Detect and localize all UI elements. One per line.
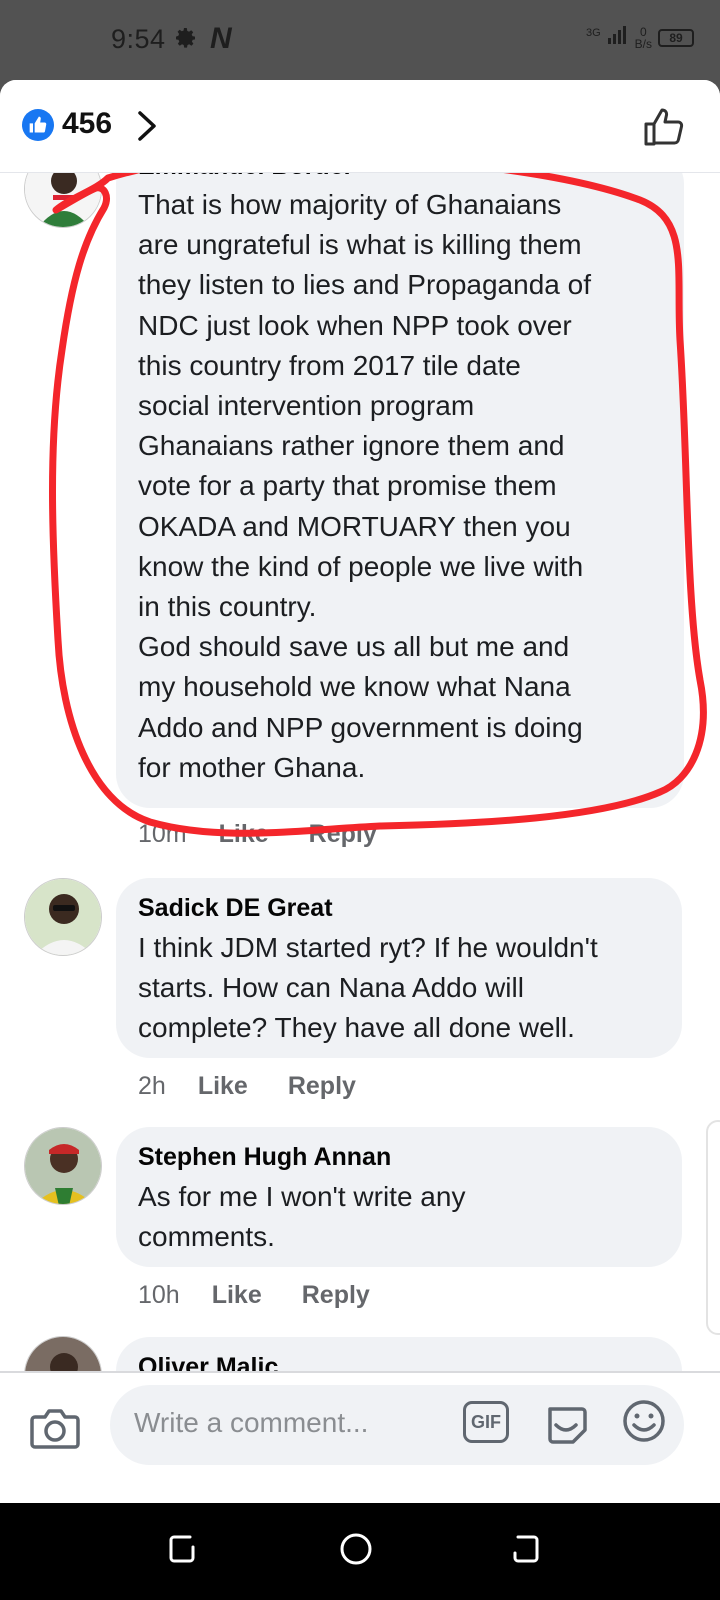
status-bar: 9:54 N 3G 0 B/s 89 — [0, 0, 720, 80]
camera-icon[interactable] — [30, 1405, 80, 1454]
network-type: 3G — [585, 27, 601, 39]
comment-actions: 10m Like Reply — [138, 820, 417, 849]
battery-icon: 89 — [658, 28, 694, 47]
home-icon[interactable] — [338, 1531, 374, 1572]
comment-bubble[interactable]: Emmanuel Bortier That is how majority of… — [116, 150, 684, 808]
like-comment-button[interactable]: Like — [198, 1072, 248, 1101]
comment-text: That is how majority of Ghanaians are un… — [138, 189, 591, 783]
system-navigation-bar — [0, 1503, 720, 1600]
status-indicators: 3G 0 B/s 89 — [586, 24, 694, 51]
reaction-count[interactable]: 456 — [62, 107, 112, 141]
emoji-icon[interactable] — [620, 1397, 668, 1450]
comment-bubble[interactable]: Sadick DE Great I think JDM started ryt?… — [116, 878, 682, 1058]
sticker-icon[interactable] — [542, 1399, 590, 1452]
reply-comment-button[interactable]: Reply — [302, 1281, 370, 1310]
comments-sheet: 456 Emmanuel Bortier That is how majorit… — [0, 80, 720, 1503]
recent-apps-icon[interactable] — [166, 1531, 198, 1572]
comment-input[interactable]: Write a comment... GIF — [110, 1385, 684, 1465]
comment-actions: 2h Like Reply — [138, 1072, 396, 1101]
comment-time: 10h — [138, 1281, 180, 1309]
comment-composer: Write a comment... GIF — [0, 1371, 720, 1503]
like-comment-button[interactable]: Like — [219, 820, 269, 849]
signal-icon — [607, 24, 629, 51]
reply-comment-button[interactable]: Reply — [288, 1072, 356, 1101]
comment-text: As for me I won't write any comments. — [138, 1181, 466, 1253]
network-speed: 0 B/s — [634, 24, 652, 51]
comment-time: 2h — [138, 1072, 166, 1100]
reactions-header: 456 — [0, 80, 720, 173]
comment-actions: 10h Like Reply — [138, 1281, 410, 1310]
like-reaction-icon — [22, 109, 54, 141]
comment-author[interactable]: Stephen Hugh Annan — [138, 1141, 660, 1173]
comment-author[interactable]: Sadick DE Great — [138, 892, 660, 924]
comment-input-placeholder: Write a comment... — [134, 1407, 369, 1438]
status-time: 9:54 — [111, 24, 166, 54]
like-post-button[interactable] — [642, 104, 686, 153]
like-comment-button[interactable]: Like — [212, 1281, 262, 1310]
reply-comment-button[interactable]: Reply — [309, 820, 377, 849]
gif-icon[interactable]: GIF — [463, 1401, 509, 1443]
chevron-right-icon[interactable] — [136, 110, 158, 147]
comment-time: 10m — [138, 820, 187, 848]
settings-gear-icon — [174, 26, 198, 55]
comment-bubble[interactable]: Stephen Hugh Annan As for me I won't wri… — [116, 1127, 682, 1267]
scroll-edge — [706, 1120, 720, 1335]
app-notification-icon: N — [210, 22, 232, 55]
battery-level: 89 — [669, 30, 683, 45]
avatar[interactable] — [24, 1127, 102, 1205]
back-icon[interactable] — [510, 1531, 542, 1572]
avatar[interactable] — [24, 878, 102, 956]
comment-text: I think JDM started ryt? If he wouldn't … — [138, 932, 598, 1044]
